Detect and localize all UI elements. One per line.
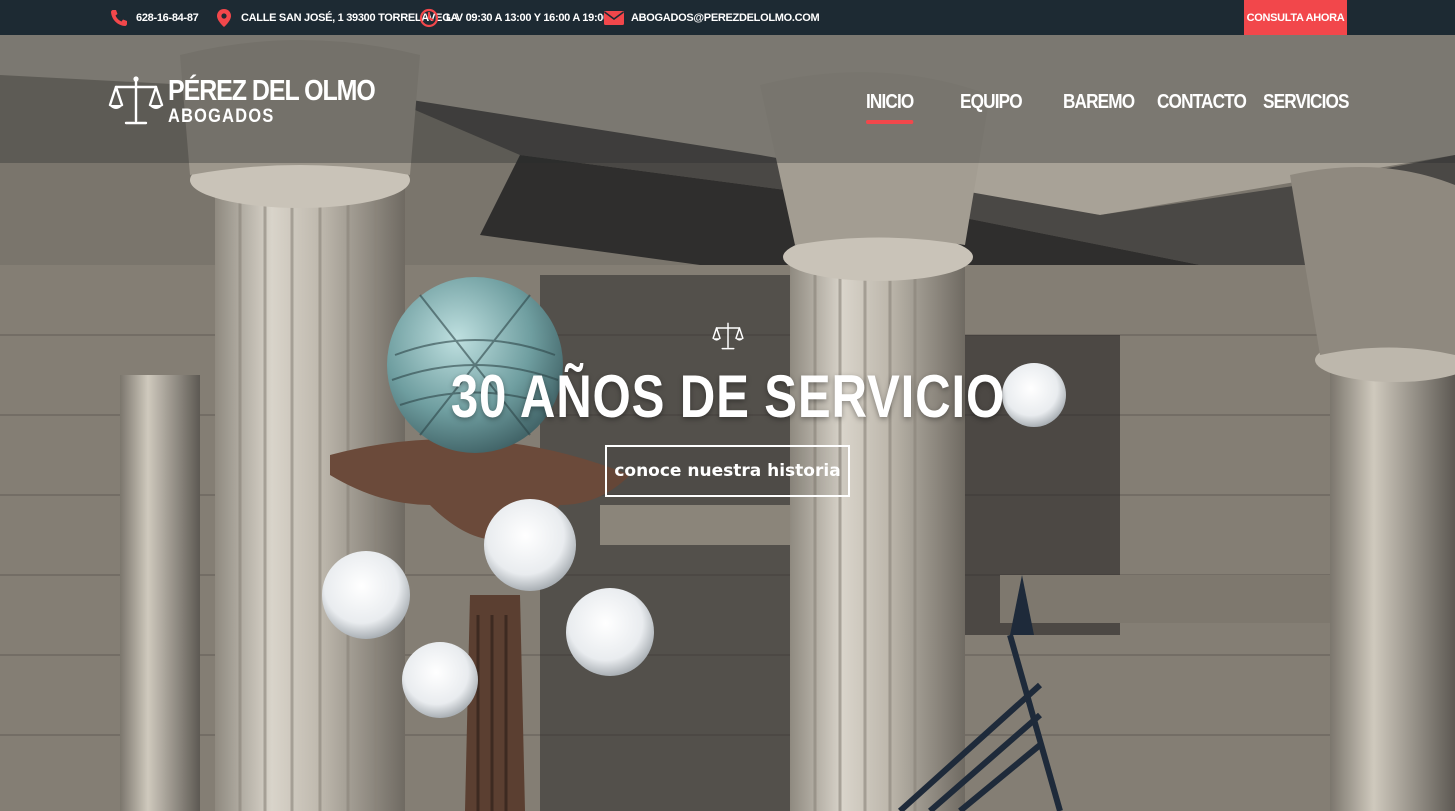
conoce-historia-button[interactable]: conoce nuestra historia xyxy=(605,445,850,497)
topbar-phone[interactable]: 628-16-84-87 xyxy=(108,0,199,35)
email-text: ABOGADOS@PEREZDELOLMO.COM xyxy=(631,11,820,24)
nav-item-servicios[interactable]: SERVICIOS xyxy=(1263,91,1349,114)
topbar-hours: L-V 09:30 A 13:00 Y 16:00 A 19:00 xyxy=(418,0,609,35)
nav-item-contacto[interactable]: CONTACTO xyxy=(1157,91,1247,114)
nav-item-equipo[interactable]: EQUIPO xyxy=(960,91,1023,114)
map-pin-icon xyxy=(213,8,235,28)
clock-icon xyxy=(418,8,440,28)
nav-item-inicio[interactable]: INICIO xyxy=(866,91,914,124)
top-info-bar: 628-16-84-87 CALLE SAN JOSÉ, 1 39300 TOR… xyxy=(0,0,1455,35)
phone-icon xyxy=(108,8,130,28)
hours-text: L-V 09:30 A 13:00 Y 16:00 A 19:00 xyxy=(446,11,609,24)
main-nav: INICIO EQUIPO BAREMO CONTACTO SERVICIOS xyxy=(0,91,1455,124)
hero-section: PÉREZ DEL OLMO ABOGADOS INICIO EQUIPO BA… xyxy=(0,35,1455,811)
topbar-email[interactable]: ABOGADOS@PEREZDELOLMO.COM xyxy=(603,0,820,35)
hero-content: 30 AÑOS DE SERVICIO conoce nuestra histo… xyxy=(0,320,1455,497)
nav-item-baremo[interactable]: BAREMO xyxy=(1063,91,1135,114)
hero-title: 30 AÑOS DE SERVICIO xyxy=(450,363,1005,430)
envelope-icon xyxy=(603,8,625,28)
consulta-ahora-button[interactable]: CONSULTA AHORA xyxy=(1244,0,1347,35)
scales-of-justice-icon xyxy=(711,322,744,350)
phone-text: 628-16-84-87 xyxy=(136,11,199,24)
